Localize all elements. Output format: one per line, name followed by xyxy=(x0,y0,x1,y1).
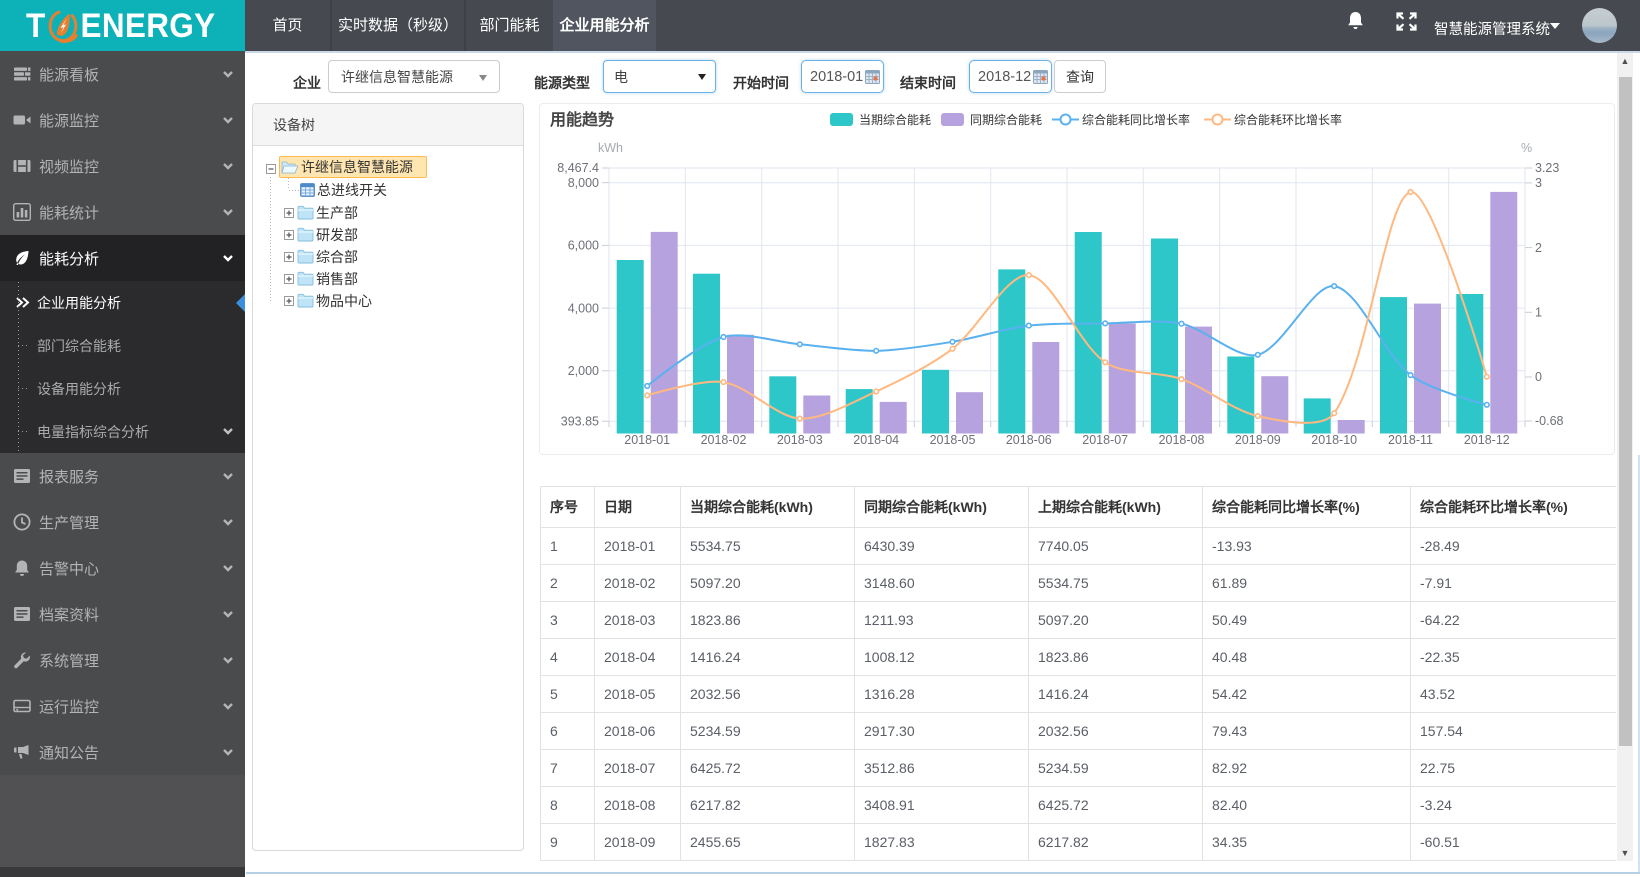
svg-text:同期综合能耗: 同期综合能耗 xyxy=(970,112,1042,127)
svg-text:2: 2 xyxy=(1535,241,1542,255)
svg-text:2018-08: 2018-08 xyxy=(1159,433,1205,447)
svg-text:2018-02: 2018-02 xyxy=(701,433,747,447)
svg-text:综合能耗同比增长率: 综合能耗同比增长率 xyxy=(1082,112,1190,127)
svg-text:4,000: 4,000 xyxy=(568,301,599,315)
svg-text:2018-09: 2018-09 xyxy=(1235,433,1281,447)
svg-text:2018-12: 2018-12 xyxy=(1464,433,1510,447)
svg-text:2018-03: 2018-03 xyxy=(777,433,823,447)
svg-text:当期综合能耗: 当期综合能耗 xyxy=(859,112,931,127)
svg-text:3: 3 xyxy=(1535,176,1542,190)
svg-text:2018-06: 2018-06 xyxy=(1006,433,1052,447)
svg-text:%: % xyxy=(1521,141,1532,155)
svg-text:综合能耗环比增长率: 综合能耗环比增长率 xyxy=(1234,112,1342,127)
svg-text:2018-11: 2018-11 xyxy=(1388,433,1433,447)
svg-text:8,000: 8,000 xyxy=(568,176,599,190)
svg-text:393.85: 393.85 xyxy=(561,414,599,428)
svg-text:3.23: 3.23 xyxy=(1535,161,1559,175)
svg-text:2,000: 2,000 xyxy=(568,364,599,378)
svg-text:6,000: 6,000 xyxy=(568,239,599,253)
svg-text:2018-01: 2018-01 xyxy=(624,433,670,447)
svg-text:1: 1 xyxy=(1535,306,1542,320)
svg-text:2018-04: 2018-04 xyxy=(853,433,899,447)
svg-text:8,467.4: 8,467.4 xyxy=(557,161,599,175)
svg-text:0: 0 xyxy=(1535,370,1542,384)
svg-text:2018-05: 2018-05 xyxy=(930,433,976,447)
svg-text:用能趋势: 用能趋势 xyxy=(550,110,614,129)
svg-text:2018-07: 2018-07 xyxy=(1082,433,1128,447)
svg-text:-0.68: -0.68 xyxy=(1535,414,1564,428)
svg-text:2018-10: 2018-10 xyxy=(1311,433,1357,447)
svg-text:kWh: kWh xyxy=(598,141,623,155)
